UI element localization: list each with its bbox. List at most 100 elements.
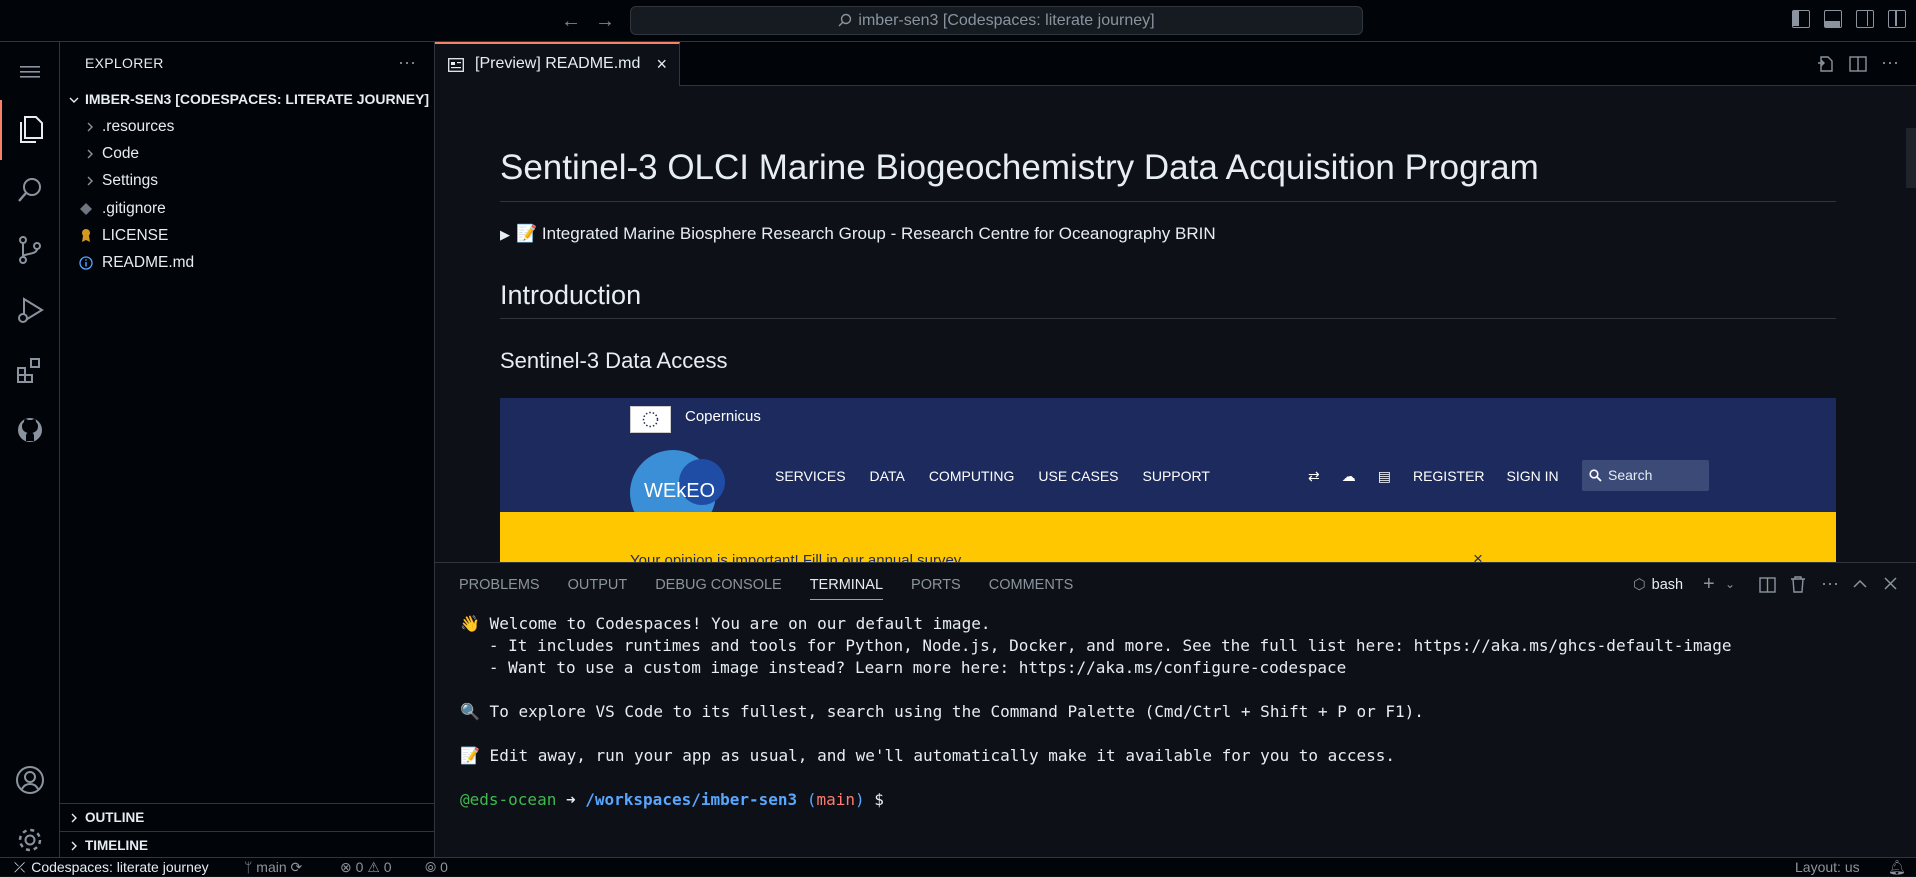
search-icon (1589, 469, 1602, 482)
chevron-right-icon (87, 176, 93, 186)
section-heading-data-access: Sentinel-3 Data Access (500, 348, 728, 373)
explorer-icon[interactable] (0, 100, 60, 160)
section-heading-introduction: Introduction (500, 280, 642, 310)
warnings-count: 0 (383, 859, 392, 875)
details-summary[interactable]: ▶ 📝 Integrated Marine Biosphere Research … (500, 224, 1216, 244)
open-source-icon[interactable] (1817, 55, 1835, 73)
ports-count: 0 (440, 859, 448, 875)
editor-scrollbar[interactable] (1906, 128, 1916, 188)
remote-label: Codespaces: literate journey (31, 859, 209, 875)
error-icon: ⊗ (340, 859, 352, 875)
wekeo-nav-computing[interactable]: COMPUTING (929, 468, 1015, 484)
terminal-line: 👋 Welcome to Codespaces! You are on our … (460, 614, 991, 633)
chevron-down-icon[interactable]: ⌄ (1725, 577, 1735, 591)
github-icon[interactable] (0, 400, 60, 460)
triangle-right-icon: ▶ (500, 227, 510, 242)
info-icon (79, 256, 93, 270)
close-panel-icon[interactable] (1884, 577, 1897, 590)
chevron-right-icon (71, 841, 77, 851)
tab-problems[interactable]: PROBLEMS (459, 577, 540, 600)
chevron-right-icon (71, 813, 77, 823)
terminal-line: - It includes runtimes and tools for Pyt… (460, 636, 1732, 655)
menu-icon[interactable] (0, 42, 60, 102)
run-debug-icon[interactable] (0, 280, 60, 340)
branch-indicator[interactable]: ᛘ main ⟳ (244, 858, 302, 877)
new-terminal-icon[interactable]: + (1703, 573, 1715, 596)
tab-label: [Preview] README.md (475, 55, 641, 72)
tab-comments[interactable]: COMMENTS (989, 577, 1074, 600)
explorer-root-folder[interactable]: IMBER-SEN3 [CODESPACES: LITERATE JOURNEY… (60, 86, 435, 113)
toggle-primary-sidebar-icon[interactable] (1792, 10, 1810, 28)
remote-icon: ⤫ (14, 859, 26, 875)
terminal-output[interactable]: 👋 Welcome to Codespaces! You are on our … (460, 613, 1732, 811)
tree-item-resources[interactable]: .resources (60, 113, 435, 140)
problems-indicator[interactable]: ⊗ 0 ⚠ 0 (340, 858, 392, 877)
activity-bar (0, 42, 60, 857)
more-actions-icon[interactable]: ··· (1821, 573, 1839, 594)
outline-section[interactable]: OUTLINE (60, 803, 435, 831)
ports-indicator[interactable]: ⦾ 0 (425, 858, 448, 877)
heading-rule (500, 201, 1836, 202)
maximize-panel-icon[interactable] (1853, 579, 1867, 589)
tab-output[interactable]: OUTPUT (568, 577, 628, 600)
tree-item-code[interactable]: Code (60, 140, 435, 167)
tab-debug-console[interactable]: DEBUG CONSOLE (655, 577, 782, 600)
broadcast-icon: ⦾ (425, 859, 437, 875)
panel-tabs: PROBLEMS OUTPUT DEBUG CONSOLE TERMINAL P… (459, 577, 1073, 600)
readme-title: Sentinel-3 OLCI Marine Biogeochemistry D… (500, 148, 1539, 187)
more-actions-icon[interactable]: ··· (398, 52, 416, 73)
wekeo-search-input[interactable]: Search (1582, 460, 1709, 491)
split-terminal-icon[interactable] (1759, 577, 1776, 593)
trash-icon[interactable] (1790, 576, 1806, 593)
command-center[interactable]: imber-sen3 [Codespaces: literate journey… (630, 6, 1363, 35)
tab-readme-preview[interactable]: [Preview] README.md × (435, 42, 680, 86)
title-bar: ← → imber-sen3 [Codespaces: literate jou… (0, 0, 1916, 42)
tree-item-readme[interactable]: README.md (60, 249, 435, 276)
wekeo-nav-data[interactable]: DATA (870, 468, 905, 484)
close-icon[interactable]: × (1473, 549, 1483, 562)
toggle-panel-icon[interactable] (1824, 10, 1842, 28)
remote-indicator[interactable]: ⤫ Codespaces: literate journey (0, 858, 219, 877)
customize-layout-icon[interactable] (1888, 10, 1906, 28)
back-arrow-icon[interactable]: ← (560, 10, 582, 32)
notifications-bell-icon[interactable]: 🔔︎ (1888, 858, 1906, 877)
survey-link[interactable]: our annual survey (842, 552, 960, 562)
heading-rule (500, 318, 1836, 319)
tree-item-label: README.md (102, 254, 195, 271)
wekeo-signin[interactable]: SIGN IN (1507, 468, 1559, 485)
tree-item-gitignore[interactable]: .gitignore (60, 195, 435, 222)
wekeo-nav-support[interactable]: SUPPORT (1143, 468, 1210, 484)
wekeo-nav-use-cases[interactable]: USE CASES (1038, 468, 1118, 484)
wekeo-nav: SERVICES DATA COMPUTING USE CASES SUPPOR… (775, 468, 1210, 484)
server-icon[interactable]: ▤ (1378, 468, 1391, 485)
keyboard-layout[interactable]: Layout: us (1795, 858, 1860, 877)
wekeo-screenshot-image: Copernicus WEkEO SERVICES DATA COMPUTING… (500, 398, 1836, 562)
chevron-down-icon (69, 97, 79, 103)
copernicus-logo: Copernicus (685, 408, 761, 425)
tree-item-license[interactable]: LICENSE (60, 222, 435, 249)
forward-arrow-icon[interactable]: → (594, 10, 616, 32)
search-icon[interactable] (0, 160, 60, 220)
close-icon[interactable]: × (656, 44, 667, 84)
cloud-upload-icon[interactable]: ☁ (1342, 468, 1356, 485)
wekeo-user-nav: ⇄ ☁ ▤ REGISTER SIGN IN (1308, 468, 1559, 485)
tree-item-label: .resources (102, 118, 175, 135)
wekeo-nav-services[interactable]: SERVICES (775, 468, 846, 484)
shell-label: bash (1651, 577, 1684, 593)
split-editor-icon[interactable] (1849, 55, 1867, 73)
source-control-icon[interactable] (0, 220, 60, 280)
extensions-icon[interactable] (0, 340, 60, 400)
preview-icon (448, 58, 464, 72)
timeline-section[interactable]: TIMELINE (60, 831, 435, 859)
tab-ports[interactable]: PORTS (911, 577, 961, 600)
tree-item-settings[interactable]: Settings (60, 167, 435, 194)
account-icon[interactable] (0, 750, 60, 810)
toggle-secondary-sidebar-icon[interactable] (1856, 10, 1874, 28)
terminal-shell-selector[interactable]: ⬡ bash (1633, 577, 1683, 593)
more-actions-icon[interactable]: ··· (1881, 52, 1899, 73)
tab-terminal[interactable]: TERMINAL (809, 577, 884, 600)
refresh-icon[interactable]: ⇄ (1308, 468, 1320, 485)
git-branch-icon: ᛘ (244, 859, 253, 875)
wekeo-register[interactable]: REGISTER (1413, 468, 1485, 485)
git-file-icon (80, 203, 92, 215)
